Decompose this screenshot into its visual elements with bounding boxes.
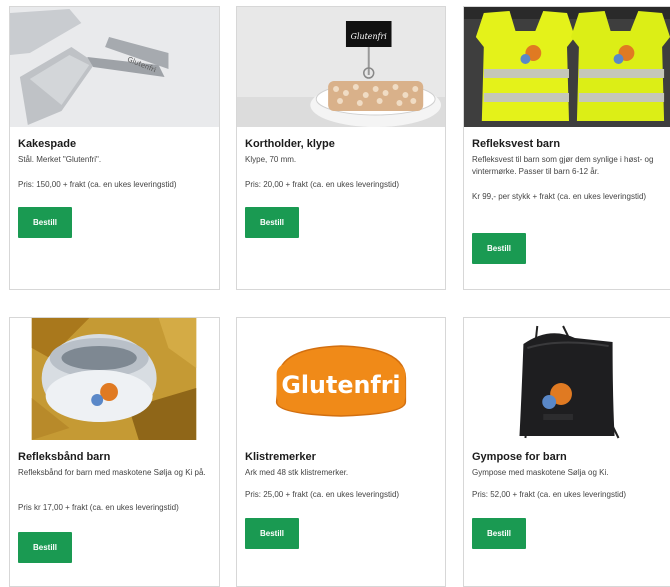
sticker-label: Glutenfri <box>281 371 400 399</box>
product-card-kortholder: Glutenfri Kortholder, klype Klype, 70 mm… <box>236 6 446 290</box>
product-description: Refleksbånd for barn med maskotene Sølja… <box>18 468 206 477</box>
product-card-refleksvest: Refleksvest barn Refleksvest til barn so… <box>463 6 670 290</box>
order-button[interactable]: Bestill <box>472 518 526 549</box>
product-price: Pris: 25,00 + frakt (ca. en ukes leverin… <box>245 490 400 499</box>
product-price: Kr 99,- per stykk + frakt (ca. en ukes l… <box>472 192 647 201</box>
product-card-gympose: Gympose for barn Gympose med maskotene S… <box>463 317 670 587</box>
product-price: Pris kr 17,00 + frakt (ca. en ukes lever… <box>18 503 179 512</box>
product-description: Klype, 70 mm. <box>245 155 297 164</box>
product-description: Stål. Merket "Glutenfri". <box>18 155 102 164</box>
product-card-refleksband: Refleksbånd barn Refleksbånd for barn me… <box>9 317 220 587</box>
order-button[interactable]: Bestill <box>472 233 526 264</box>
card-holder-label: Glutenfri <box>351 32 388 41</box>
reflective-vest-image[interactable] <box>464 7 670 127</box>
product-title: Kortholder, klype <box>245 138 335 150</box>
order-button[interactable]: Bestill <box>245 207 299 238</box>
reflective-band-image[interactable] <box>10 318 219 440</box>
product-card-kakespade: Glutenfri Kakespade Stål. Merket "Gluten… <box>9 6 220 290</box>
order-button[interactable]: Bestill <box>245 518 299 549</box>
product-title: Refleksvest barn <box>472 138 561 150</box>
product-description: Ark med 48 stk klistremerker. <box>245 468 349 477</box>
product-description: Gympose med maskotene Sølja og Ki. <box>472 468 609 477</box>
product-title: Klistremerker <box>245 451 316 463</box>
product-title: Gympose for barn <box>472 451 567 463</box>
product-title: Refleksbånd barn <box>18 451 111 463</box>
product-title: Kakespade <box>18 138 77 150</box>
order-button[interactable]: Bestill <box>18 207 72 238</box>
product-card-klistremerker: Glutenfri Klistremerker Ark med 48 stk k… <box>236 317 446 587</box>
product-description: Refleksvest til barn som gjør dem synlig… <box>472 155 654 176</box>
card-holder-image[interactable]: Glutenfri <box>237 7 445 127</box>
product-price: Pris: 150,00 + frakt (ca. en ukes leveri… <box>18 180 177 189</box>
sticker-image[interactable]: Glutenfri <box>237 318 445 440</box>
gym-bag-image[interactable] <box>464 318 670 440</box>
product-price: Pris: 20,00 + frakt (ca. en ukes leverin… <box>245 180 400 189</box>
order-button[interactable]: Bestill <box>18 532 72 563</box>
cake-server-image[interactable]: Glutenfri <box>10 7 219 127</box>
product-price: Pris: 52,00 + frakt (ca. en ukes leverin… <box>472 490 627 499</box>
